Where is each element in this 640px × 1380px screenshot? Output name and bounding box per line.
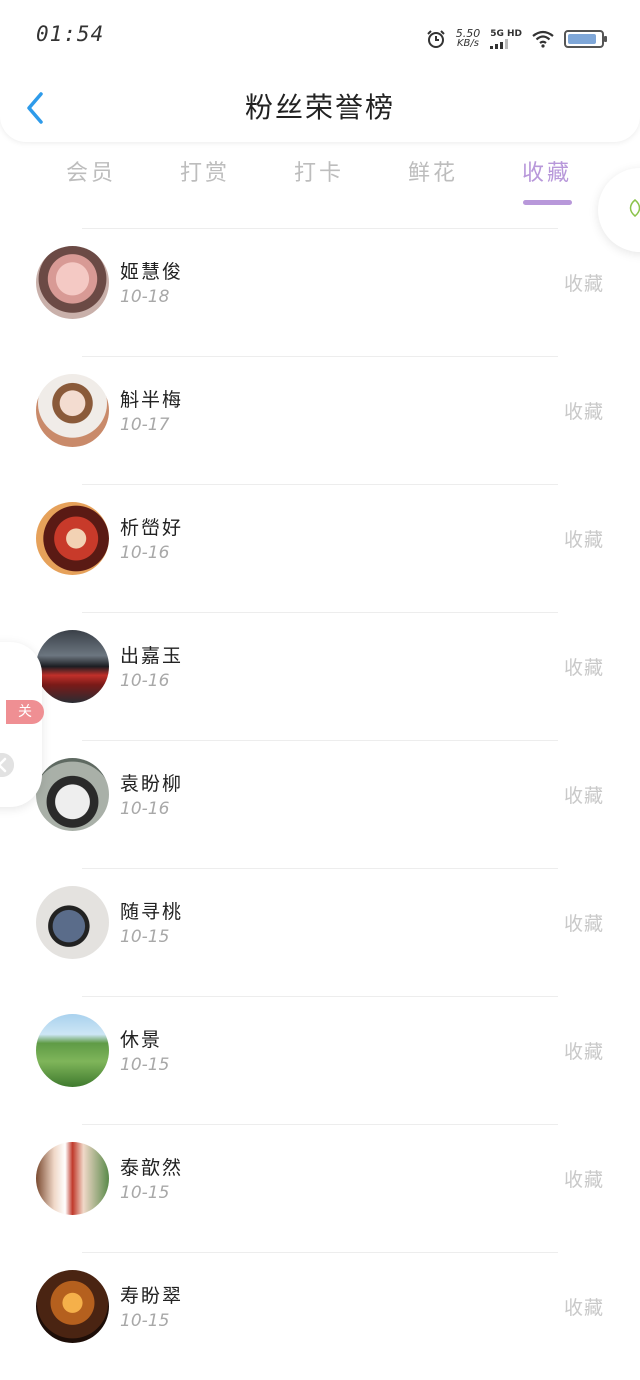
avatar[interactable] xyxy=(36,758,109,831)
network-label: 5G HD xyxy=(490,29,522,39)
fan-list: 姬慧俊 10-18 收藏 斛半梅 10-17 收藏 析嵤好 10-16 收藏 出… xyxy=(0,228,640,1380)
fan-date: 10-15 xyxy=(120,1055,170,1075)
fan-date: 10-15 xyxy=(120,1311,170,1331)
favorite-action[interactable]: 收藏 xyxy=(564,909,604,936)
page-title: 粉丝荣誉榜 xyxy=(244,91,395,124)
divider xyxy=(82,996,558,997)
divider xyxy=(82,228,558,229)
divider xyxy=(82,868,558,869)
divider xyxy=(82,356,558,357)
fan-date: 10-18 xyxy=(120,287,170,307)
list-item[interactable]: 出嘉玉 10-16 收藏 xyxy=(0,612,640,740)
close-badge[interactable]: 关 xyxy=(6,700,44,724)
fan-name: 斛半梅 xyxy=(120,389,184,411)
fan-name: 随寻桃 xyxy=(120,901,184,923)
speed-unit: KB/s xyxy=(456,38,479,49)
favorite-action[interactable]: 收藏 xyxy=(564,1037,604,1064)
status-time: 01:54 xyxy=(36,22,105,46)
header-card: 01:54 5.50 KB/s 5G HD 粉丝荣誉榜 xyxy=(0,0,640,142)
list-item[interactable]: 休景 10-15 收藏 xyxy=(0,996,640,1124)
fan-name: 泰歆然 xyxy=(120,1157,184,1179)
avatar[interactable] xyxy=(36,246,109,319)
tab-checkin[interactable]: 打卡 xyxy=(274,155,364,187)
fan-name: 析嵤好 xyxy=(120,517,184,539)
favorite-action[interactable]: 收藏 xyxy=(564,269,604,296)
fan-date: 10-15 xyxy=(120,927,170,947)
avatar[interactable] xyxy=(36,630,109,703)
floating-panel[interactable] xyxy=(0,642,42,807)
active-tab-indicator xyxy=(523,200,572,205)
fan-name: 寿盼翠 xyxy=(120,1285,184,1307)
list-item[interactable]: 寿盼翠 10-15 收藏 xyxy=(0,1252,640,1380)
list-item[interactable]: 姬慧俊 10-18 收藏 xyxy=(0,228,640,356)
list-item[interactable]: 袁盼柳 10-16 收藏 xyxy=(0,740,640,868)
fan-name: 姬慧俊 xyxy=(120,261,184,283)
list-item[interactable]: 斛半梅 10-17 收藏 xyxy=(0,356,640,484)
tab-flowers[interactable]: 鲜花 xyxy=(388,155,478,187)
favorite-action[interactable]: 收藏 xyxy=(564,1293,604,1320)
favorite-action[interactable]: 收藏 xyxy=(564,781,604,808)
avatar[interactable] xyxy=(36,374,109,447)
avatar[interactable] xyxy=(36,1014,109,1087)
favorite-action[interactable]: 收藏 xyxy=(564,1165,604,1192)
list-item[interactable]: 随寻桃 10-15 收藏 xyxy=(0,868,640,996)
avatar[interactable] xyxy=(36,502,109,575)
avatar[interactable] xyxy=(36,886,109,959)
tab-bar: 会员 打赏 打卡 鲜花 收藏 xyxy=(0,155,640,205)
network-speed: 5.50 KB/s xyxy=(456,28,481,49)
wifi-icon xyxy=(532,30,554,48)
leaf-icon xyxy=(629,199,640,217)
list-item[interactable]: 泰歆然 10-15 收藏 xyxy=(0,1124,640,1252)
alarm-icon xyxy=(426,30,445,48)
tab-reward[interactable]: 打赏 xyxy=(160,155,250,187)
favorite-action[interactable]: 收藏 xyxy=(564,397,604,424)
battery-icon xyxy=(564,30,607,48)
avatar[interactable] xyxy=(36,1270,109,1343)
favorite-action[interactable]: 收藏 xyxy=(564,653,604,680)
signal-icon xyxy=(490,39,509,49)
network-type: 5G HD xyxy=(490,29,522,49)
favorite-action[interactable]: 收藏 xyxy=(564,525,604,552)
divider xyxy=(82,484,558,485)
tab-member[interactable]: 会员 xyxy=(46,155,136,187)
fan-date: 10-16 xyxy=(120,799,170,819)
divider xyxy=(82,740,558,741)
avatar[interactable] xyxy=(36,1142,109,1215)
tab-favorites[interactable]: 收藏 xyxy=(502,155,592,187)
fan-date: 10-16 xyxy=(120,543,170,563)
divider xyxy=(82,612,558,613)
fan-name: 袁盼柳 xyxy=(120,773,184,795)
fan-name: 休景 xyxy=(120,1029,163,1051)
divider xyxy=(82,1124,558,1125)
status-icons: 5.50 KB/s 5G HD xyxy=(426,26,607,52)
fan-name: 出嘉玉 xyxy=(120,645,184,667)
fan-date: 10-16 xyxy=(120,671,170,691)
fan-date: 10-17 xyxy=(120,415,170,435)
divider xyxy=(82,1252,558,1253)
status-bar: 01:54 5.50 KB/s 5G HD xyxy=(0,0,640,70)
list-item[interactable]: 析嵤好 10-16 收藏 xyxy=(0,484,640,612)
fan-date: 10-15 xyxy=(120,1183,170,1203)
